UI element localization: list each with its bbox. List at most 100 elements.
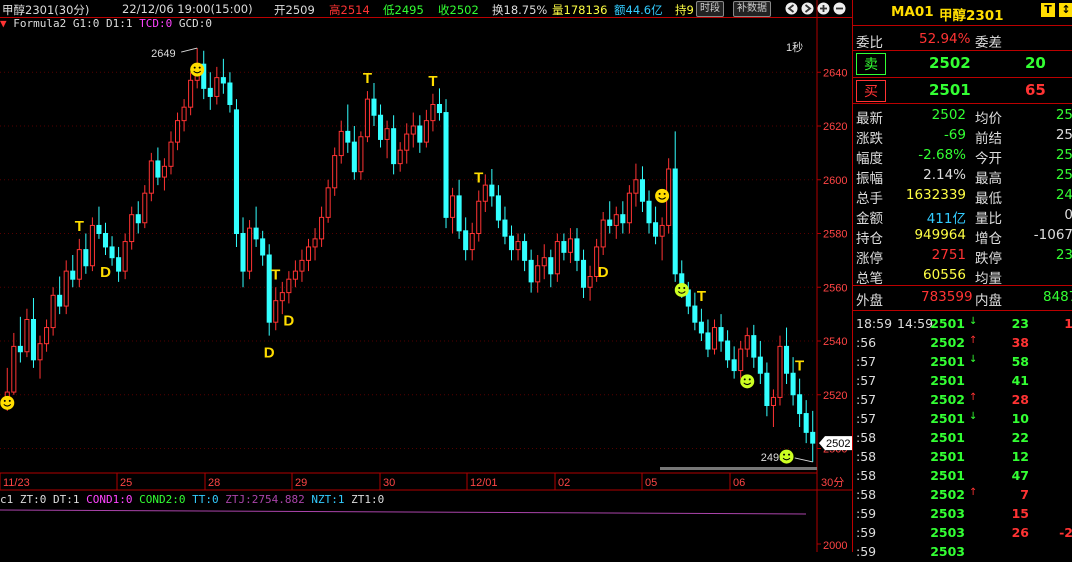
tick-row[interactable]: :58 2501 12 bbox=[853, 448, 1072, 467]
stat-label: 金额 bbox=[856, 211, 883, 227]
candle bbox=[312, 228, 318, 261]
candle-body bbox=[810, 431, 816, 444]
tick-cell: :58 bbox=[856, 468, 877, 483]
candle bbox=[567, 228, 573, 264]
candle bbox=[135, 201, 141, 234]
candle-body bbox=[364, 98, 370, 138]
stat-label: 量比 bbox=[975, 211, 1002, 227]
period-label: 1秒 bbox=[786, 40, 803, 54]
candle bbox=[639, 166, 645, 212]
candle-body bbox=[57, 294, 63, 307]
y-tick-label: 2520 bbox=[823, 390, 847, 402]
candle bbox=[757, 341, 763, 384]
panel-t-icon[interactable]: T bbox=[1041, 3, 1055, 17]
tick-cell: :57 bbox=[856, 354, 877, 369]
candle bbox=[450, 187, 456, 234]
candle-body bbox=[522, 241, 528, 261]
kline-chart[interactable]: 26492495TD TDDT TTDTT 26402620260025802560… bbox=[0, 0, 852, 552]
tick-row[interactable]: :58 2501 47 bbox=[853, 467, 1072, 486]
candle bbox=[168, 131, 174, 175]
ztj-line bbox=[0, 509, 807, 515]
candle-body bbox=[482, 184, 488, 202]
tick-row[interactable]: :59 2503 bbox=[853, 543, 1072, 562]
candle bbox=[659, 217, 665, 261]
candle-body bbox=[443, 112, 449, 218]
panel-toggle-icon[interactable]: ↕ bbox=[1059, 3, 1072, 17]
tick-cell: 58 bbox=[1011, 354, 1029, 369]
candle-body bbox=[725, 340, 731, 361]
bottom-marker: D bbox=[283, 312, 294, 329]
tick-cell: ↓ bbox=[969, 354, 978, 365]
date-axis: 11/23 25 28 29 30 12/01 02 05 06 30分 bbox=[0, 473, 844, 490]
tick-row[interactable]: :59 2503 26 -2 bbox=[853, 524, 1072, 543]
tick-row[interactable]: 18:59 14:59 2501 ↓ 23 1 bbox=[853, 315, 1072, 334]
buy-row[interactable]: 买 2501 65 bbox=[853, 79, 1072, 103]
low-pointer bbox=[794, 457, 813, 463]
tick-row[interactable]: :57 2501 ↓ 10 bbox=[853, 410, 1072, 429]
x-tick-label: 06 bbox=[733, 477, 745, 489]
tick-row[interactable]: :59 2503 15 bbox=[853, 505, 1072, 524]
candle-body bbox=[502, 219, 508, 237]
candle-body bbox=[626, 192, 632, 224]
candle bbox=[76, 238, 82, 288]
smiley-icon bbox=[655, 188, 670, 203]
indicator-legend: c1 ZT:0 DT:1 COND1:0 COND2:0 TT:0 ZTJ:27… bbox=[0, 493, 430, 508]
tick-row[interactable]: :57 2501 41 bbox=[853, 372, 1072, 391]
y-tick-label: 2580 bbox=[823, 229, 847, 241]
tick-cell: 14:59 bbox=[897, 316, 934, 331]
sell-row[interactable]: 卖 2502 20 bbox=[853, 52, 1072, 76]
candle-body bbox=[332, 155, 338, 189]
top-marker: T bbox=[75, 218, 84, 235]
candle bbox=[378, 104, 384, 148]
stat-row: 总手 1632339 最低 24 bbox=[853, 185, 1072, 207]
stat-row: 涨停 2751 跌停 23 bbox=[853, 245, 1072, 267]
top-marker: T bbox=[363, 70, 372, 87]
candle bbox=[116, 246, 122, 282]
tick-row[interactable]: :57 2502 ↑ 28 bbox=[853, 391, 1072, 410]
ind-zt: ZT:0 bbox=[19, 493, 47, 506]
candle-body bbox=[247, 227, 253, 272]
candle-body bbox=[751, 335, 757, 358]
tick-cell: 12 bbox=[1011, 449, 1029, 464]
candle-body bbox=[227, 82, 233, 105]
candle-body bbox=[574, 238, 580, 261]
candle-body bbox=[233, 109, 239, 234]
top-marker: T bbox=[474, 170, 483, 187]
stat-value: -69 bbox=[943, 127, 966, 143]
tick-row[interactable]: :58 2501 22 bbox=[853, 429, 1072, 448]
panel-code: MA01 bbox=[891, 4, 934, 20]
candle bbox=[201, 50, 207, 100]
candle-body bbox=[698, 321, 704, 334]
candle bbox=[784, 327, 790, 384]
candle-body bbox=[70, 270, 76, 280]
tick-row[interactable]: :58 2502 ↑ 7 bbox=[853, 486, 1072, 505]
candle bbox=[24, 308, 30, 358]
candle bbox=[456, 179, 462, 239]
candle-body bbox=[96, 224, 102, 234]
candle bbox=[30, 298, 36, 368]
tick-row[interactable]: :56 2502 ↑ 38 bbox=[853, 334, 1072, 353]
candle-body bbox=[633, 179, 639, 194]
candle bbox=[188, 72, 194, 116]
candle bbox=[548, 249, 554, 288]
candle bbox=[738, 341, 744, 379]
stat-row: 涨跌 -69 前结 25 bbox=[853, 125, 1072, 147]
candle-body bbox=[607, 219, 613, 226]
candle bbox=[351, 126, 357, 180]
tick-cell: 38 bbox=[1011, 335, 1029, 350]
candle-body bbox=[476, 200, 482, 234]
candle-body bbox=[24, 319, 30, 353]
tick-cell: :58 bbox=[856, 449, 877, 464]
candle-body bbox=[450, 195, 456, 218]
candle bbox=[89, 217, 95, 272]
candle bbox=[129, 206, 135, 250]
tick-cell: 2503 bbox=[930, 506, 965, 521]
tick-row[interactable]: :57 2501 ↓ 58 bbox=[853, 353, 1072, 372]
tick-cell: 7 bbox=[1020, 487, 1029, 502]
tick-cell: :59 bbox=[856, 506, 877, 521]
candle bbox=[175, 112, 181, 151]
candle bbox=[273, 287, 279, 331]
candle bbox=[672, 131, 678, 282]
candle bbox=[626, 185, 632, 234]
tick-cell: ↓ bbox=[969, 316, 978, 327]
